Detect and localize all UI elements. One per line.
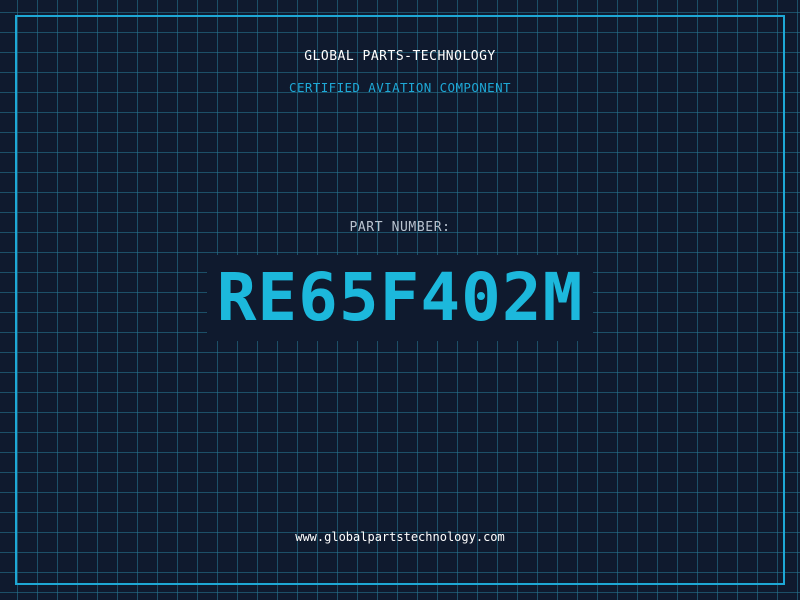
part-number-value: RE65F402M: [206, 255, 594, 341]
company-name: GLOBAL PARTS-TECHNOLOGY: [304, 49, 496, 64]
website-url: www.globalpartstechnology.com: [295, 530, 505, 544]
part-number-container: RE65F402M: [0, 255, 800, 341]
certification-subtitle: CERTIFIED AVIATION COMPONENT: [289, 80, 511, 95]
part-number-label: PART NUMBER:: [349, 220, 451, 235]
